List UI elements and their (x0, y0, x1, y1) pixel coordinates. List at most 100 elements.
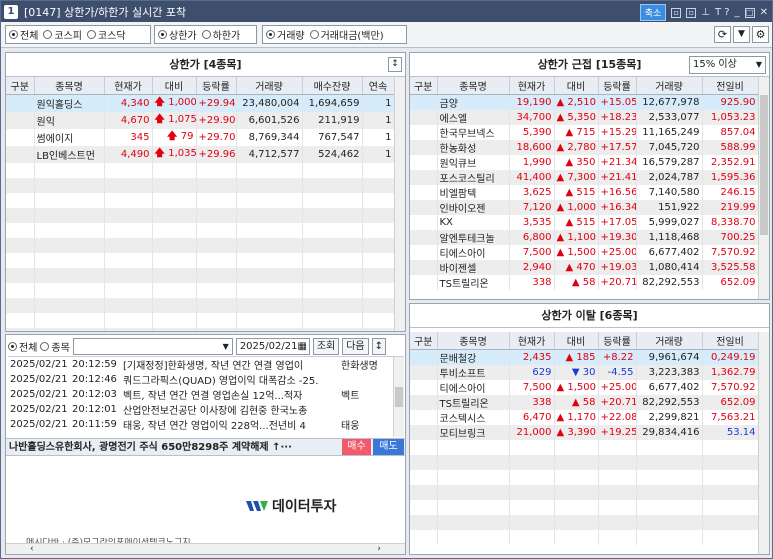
cell-stock-name[interactable]: 포스코스틸리 (437, 169, 510, 185)
radio-volume[interactable]: 거래량 (266, 27, 305, 42)
sell-button[interactable]: 매도 (373, 439, 404, 455)
shrink-button[interactable]: 축소 (639, 4, 667, 21)
column-header[interactable]: 종목명 (437, 77, 510, 95)
column-header[interactable]: 종목명 (437, 332, 510, 350)
upper-vertical-scrollbar[interactable] (394, 77, 405, 331)
gear-icon[interactable]: ⚙ (752, 26, 769, 43)
cell-stock-name[interactable]: 원익 (34, 111, 105, 129)
break-vertical-scrollbar[interactable] (758, 332, 769, 554)
cell-stock-name[interactable]: 한농화성 (437, 139, 510, 155)
cell-stock-name[interactable]: 한국무브넥스 (437, 124, 510, 140)
cell-stock-name[interactable]: LB인베스트먼 (34, 145, 105, 163)
cell-stock-name[interactable]: TS트릴리온 (437, 274, 510, 290)
table-row[interactable]: 포스코스틸리 41,400 ▲ 7,300 +21.41 2,024,787 1,595.… (410, 169, 759, 185)
radio-news-stock[interactable]: 종목 (40, 339, 70, 354)
pin-icon[interactable]: ⊥ (701, 7, 710, 18)
calendar-icon[interactable]: ▦ (297, 339, 306, 354)
column-header[interactable]: 매수잔량 (302, 77, 363, 95)
radio-market-all[interactable]: 전체 (9, 27, 38, 42)
column-header[interactable]: 구분 (410, 332, 438, 350)
table-row[interactable]: 문배철강 2,435 ▲ 185 +8.22 9,961,674 0,249.19 (410, 349, 759, 365)
news-stock[interactable]: 한화생명 (339, 357, 394, 372)
news-stock[interactable] (339, 372, 394, 387)
column-header[interactable]: 구분 (6, 77, 35, 95)
cell-stock-name[interactable]: 원익홀딩스 (34, 94, 105, 112)
table-row[interactable]: 원익홀딩스 4,340 🡅 1,000 +29.94 23,480,004 1,694,6… (6, 94, 395, 112)
table-row[interactable]: 바이젠셀 2,940 ▲ 470 +19.03 1,080,414 3,525.58 (410, 259, 759, 275)
column-header[interactable]: 대비 (554, 332, 599, 350)
table-row[interactable]: 비엘팜텍 3,625 ▲ 515 +16.56 7,140,580 246.15 (410, 184, 759, 200)
news-row[interactable]: 2025/02/21 20:12:59 [기재정정]한화생명, 작년 연간 연결 영… (8, 357, 394, 372)
scroll-left-icon[interactable]: ‹ (30, 544, 34, 554)
column-header[interactable]: 등락률 (598, 77, 637, 95)
cell-stock-name[interactable]: 티에스아이 (437, 244, 510, 260)
table-row[interactable]: 모티브링크 21,000 ▲ 3,390 +19.25 29,834,416 53.14 (410, 424, 759, 440)
radio-upper-limit[interactable]: 상한가 (158, 27, 197, 42)
news-row[interactable]: 2025/02/21 20:11:59 태웅, 작년 연간 영업이익 228억...… (8, 417, 394, 432)
cell-stock-name[interactable]: 인바이오젠 (437, 199, 510, 215)
news-row[interactable]: 2025/02/21 20:12:01 산업안전보건공단 이사장에 김현중 한국노총 (8, 402, 394, 417)
expand-toggle-icon[interactable]: ↕ (388, 57, 402, 72)
news-vertical-scrollbar[interactable] (393, 357, 404, 437)
table-row[interactable]: 인바이오젠 7,120 ▲ 1,000 +16.34 151,922 219.99 (410, 199, 759, 215)
news-title[interactable]: [기재정정]한화생명, 작년 연간 연결 영업이 (121, 357, 339, 372)
table-row[interactable]: 티에스아이 7,500 ▲ 1,500 +25.00 6,677,402 7,570.92 (410, 379, 759, 395)
table-row[interactable]: LB인베스트먼 4,490 🡅 1,035 +29.96 4,712,577 524,46… (6, 145, 395, 163)
column-header[interactable]: 연속 (362, 77, 395, 95)
news-title[interactable]: 산업안전보건공단 이사장에 김현중 한국노총 (121, 402, 339, 417)
cell-stock-name[interactable]: 코스텍시스 (437, 409, 510, 425)
cell-stock-name[interactable]: 원익큐브 (437, 154, 510, 170)
cell-stock-name[interactable]: KX (437, 214, 510, 230)
column-header[interactable]: 대비 (554, 77, 599, 95)
cell-stock-name[interactable]: 투비소프트 (437, 364, 510, 380)
radio-market-kosdaq[interactable]: 코스닥 (87, 27, 126, 42)
table-row[interactable]: TS트릴리온 338 ▲ 58 +20.71 82,292,553 652.09 (410, 394, 759, 410)
table-row[interactable]: 투비소프트 629 ▼ 30 -4.55 3,223,383 1,362.79 (410, 364, 759, 380)
query-button[interactable]: 조회 (312, 338, 340, 355)
column-header[interactable]: 거래량 (636, 332, 703, 350)
column-header[interactable]: 현재가 (509, 332, 555, 350)
next-button[interactable]: 다음 (342, 338, 369, 355)
column-header[interactable]: 거래량 (236, 77, 303, 95)
rate-filter-select[interactable]: 15% 이상 ▼ (689, 56, 766, 74)
column-header[interactable]: 전일비 (702, 332, 759, 350)
news-row[interactable]: 2025/02/21 20:12:46 쿼드그라픽스(QUAD) 영업이익 대폭감소… (8, 372, 394, 387)
cell-stock-name[interactable]: TS트릴리온 (437, 394, 510, 410)
table-row[interactable]: 한농화성 18,600 ▲ 2,780 +17.57 7,045,720 588.99 (410, 139, 759, 155)
table-row[interactable]: 알엔투테크놀 6,800 ▲ 1,100 +19.30 1,118,468 700.25 (410, 229, 759, 245)
column-header[interactable]: 등락률 (196, 77, 237, 95)
scroll-right-icon[interactable]: › (377, 544, 381, 554)
cell-stock-name[interactable]: 에스엘 (437, 109, 510, 125)
table-row[interactable]: 코스텍시스 6,470 ▲ 1,170 +22.08 2,299,821 7,563.21 (410, 409, 759, 425)
radio-news-all[interactable]: 전체 (8, 339, 37, 354)
column-header[interactable]: 현재가 (509, 77, 555, 95)
layout-icon[interactable]: ▫ (671, 7, 682, 18)
news-title[interactable]: 벡트, 작년 연간 연결 영업손실 12억...적자 (121, 387, 339, 402)
news-stock[interactable]: 태웅 (339, 417, 394, 432)
stock-search-input[interactable]: ▼ (72, 338, 233, 355)
minimize-icon[interactable]: _ (735, 7, 740, 18)
news-stock[interactable] (339, 402, 394, 417)
news-title[interactable]: 쿼드그라픽스(QUAD) 영업이익 대폭감소 -25. (121, 372, 339, 387)
cell-stock-name[interactable]: 문배철강 (437, 349, 510, 365)
scroll-thumb[interactable] (395, 387, 403, 407)
radio-lower-limit[interactable]: 하한가 (201, 27, 240, 42)
refresh-icon[interactable]: ⟳ (714, 26, 731, 43)
buy-button[interactable]: 매수 (342, 439, 371, 455)
column-header[interactable]: 대비 (152, 77, 197, 95)
table-row[interactable]: TS트릴리온 338 ▲ 58 +20.71 82,292,553 652.09 (410, 274, 759, 290)
radio-amount[interactable]: 거래대금(백만) (309, 27, 384, 42)
table-row[interactable]: 썸에이지 345 🡅 79 +29.70 8,769,344 767,547 1 (6, 128, 395, 146)
column-header[interactable]: 전일비 (702, 77, 759, 95)
table-row[interactable]: KX 3,535 ▲ 515 +17.05 5,999,027 8,338.70 (410, 214, 759, 230)
close-icon[interactable]: ✕ (760, 7, 768, 18)
help-icons[interactable]: T ? (715, 7, 730, 18)
news-title[interactable]: 태웅, 작년 연간 영업이익 228억...전년비 4 (121, 417, 339, 432)
cell-stock-name[interactable]: 티에스아이 (437, 379, 510, 395)
maximize-icon[interactable]: □ (744, 7, 755, 18)
column-header[interactable]: 구분 (410, 77, 438, 95)
triangle-down-icon[interactable]: ▼ (733, 26, 750, 43)
cell-stock-name[interactable]: 썸에이지 (34, 128, 105, 146)
news-stock[interactable]: 벡트 (339, 387, 394, 402)
copy-window-icon[interactable]: ▫ (686, 7, 697, 18)
